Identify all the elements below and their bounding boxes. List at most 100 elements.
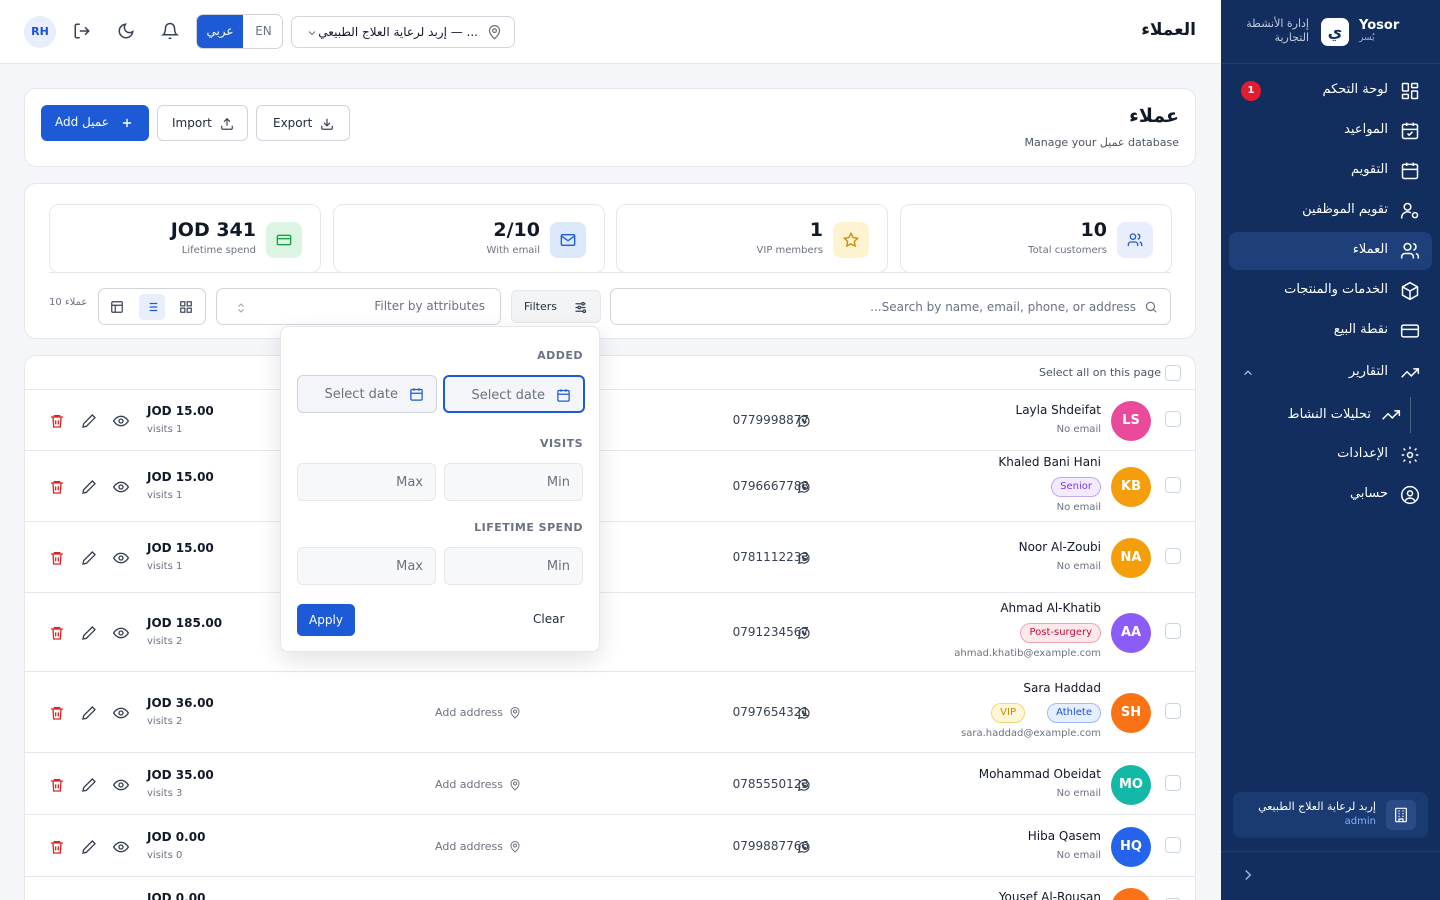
edit-icon[interactable] xyxy=(81,550,97,566)
row-checkbox[interactable] xyxy=(1165,411,1181,427)
organization-switcher[interactable]: إربد لرعاية العلاج الطبيعي admin xyxy=(1233,792,1428,838)
map-pin-icon xyxy=(510,707,520,719)
sidebar-item-services[interactable]: الخدمات والمنتجات xyxy=(1229,272,1432,310)
trash-icon[interactable] xyxy=(49,625,65,641)
sidebar-item-customers[interactable]: العملاء xyxy=(1229,232,1432,270)
avatar[interactable]: HQ xyxy=(1111,826,1151,867)
stat-value: 2/10 xyxy=(493,219,540,241)
spend-max-input[interactable]: Max xyxy=(297,547,436,585)
row-checkbox[interactable] xyxy=(1165,774,1181,791)
trash-icon[interactable] xyxy=(49,479,65,495)
spend-min-input[interactable]: Min xyxy=(444,547,583,585)
trash-icon[interactable] xyxy=(49,550,65,566)
bell-icon[interactable] xyxy=(161,22,179,40)
customer-name[interactable]: Khaled Bani Hani xyxy=(998,455,1101,469)
customer-name[interactable]: Layla Shdeifat xyxy=(1016,403,1101,417)
chevron-right-icon[interactable] xyxy=(1239,866,1257,884)
sidebar-item-reports[interactable]: التقارير xyxy=(1229,354,1432,392)
visits-count: visits 0 xyxy=(147,849,183,861)
filter-section-lifetime-spend: LIFETIME SPEND xyxy=(474,521,583,534)
avatar[interactable]: AA xyxy=(1111,613,1151,653)
add-address-link[interactable]: Add address xyxy=(435,840,503,853)
apply-button[interactable]: Apply xyxy=(297,604,355,636)
avatar[interactable]: LS xyxy=(1111,401,1151,441)
table-row: MO Mohammad Obeidat No email 0785550123 Add … xyxy=(25,754,1195,815)
customers-table: Select all on this page LS Layla Shdeifat… xyxy=(24,355,1196,900)
view-icon[interactable] xyxy=(113,705,129,721)
date-to-input[interactable]: Select date xyxy=(443,375,585,413)
whatsapp-icon xyxy=(797,779,810,791)
edit-icon[interactable] xyxy=(81,705,97,721)
row-checkbox[interactable] xyxy=(1165,477,1181,493)
row-checkbox[interactable] xyxy=(1165,548,1181,564)
lang-arabic-button[interactable]: عربي xyxy=(197,15,243,48)
select-all-checkbox[interactable] xyxy=(1165,365,1181,381)
trash-icon[interactable] xyxy=(49,413,65,429)
whatsapp-icon xyxy=(797,481,810,494)
row-checkbox[interactable] xyxy=(1165,836,1181,853)
sidebar-item-dashboard[interactable]: 1 لوحة التحكم xyxy=(1229,72,1432,110)
trash-icon[interactable] xyxy=(49,839,65,855)
trash-icon[interactable] xyxy=(49,777,65,793)
lang-english-button[interactable]: EN xyxy=(243,15,282,48)
view-icon[interactable] xyxy=(113,413,129,429)
customer-name[interactable]: Sara Haddad xyxy=(1023,681,1101,695)
filters-button[interactable]: Filters xyxy=(511,290,601,323)
avatar[interactable]: MO xyxy=(1111,764,1151,805)
visits-min-input[interactable]: Min xyxy=(444,463,583,501)
visits-max-input[interactable]: Max xyxy=(297,463,436,501)
sidebar-item-appointments[interactable]: المواعيد xyxy=(1229,112,1432,150)
edit-icon[interactable] xyxy=(81,777,97,793)
export-button[interactable]: Export xyxy=(256,105,350,141)
date-from-input[interactable]: Select date xyxy=(297,375,437,413)
sidebar-item-pos[interactable]: نقطة البيع xyxy=(1229,312,1432,350)
edit-icon[interactable] xyxy=(81,479,97,495)
avatar[interactable]: RH xyxy=(24,16,56,48)
add-customer-button[interactable]: Add عميل xyxy=(41,105,149,141)
view-icon[interactable] xyxy=(113,550,129,566)
view-icon[interactable] xyxy=(113,777,129,793)
grid-view-button[interactable] xyxy=(173,294,199,320)
row-checkbox[interactable] xyxy=(1165,623,1181,639)
customer-name[interactable]: Ahmad Al-Khatib xyxy=(1000,601,1101,615)
search-input[interactable] xyxy=(611,289,1170,324)
add-address-link[interactable]: Add address xyxy=(435,706,503,719)
view-icon[interactable] xyxy=(113,479,129,495)
lifetime-spend: JOD 35.00 xyxy=(147,767,214,782)
row-checkbox[interactable] xyxy=(1165,703,1181,719)
customer-name[interactable]: Noor Al-Zoubi xyxy=(1019,540,1101,554)
view-icon[interactable] xyxy=(113,625,129,641)
customer-email: No email xyxy=(1056,787,1101,799)
visits-count: visits 1 xyxy=(147,561,183,572)
avatar[interactable]: SH xyxy=(1111,693,1151,733)
sidebar-item-activity-analytics[interactable]: تحليلات النشاط xyxy=(1261,400,1411,430)
sidebar-item-settings[interactable]: الإعدادات xyxy=(1229,436,1432,474)
moon-icon[interactable] xyxy=(117,22,135,40)
brand-sub: يُسر xyxy=(1359,33,1375,43)
customer-name[interactable]: Mohammad Obeidat xyxy=(979,767,1101,781)
import-button[interactable]: Import xyxy=(157,105,248,141)
add-address-link[interactable]: Add address xyxy=(435,778,503,791)
sidebar-item-label: لوحة التحكم xyxy=(1322,82,1388,97)
customer-name[interactable]: Hiba Qasem xyxy=(1028,829,1101,843)
sidebar-item-account[interactable]: حسابي xyxy=(1229,476,1432,514)
trash-icon[interactable] xyxy=(49,705,65,721)
avatar[interactable]: NA xyxy=(1111,538,1151,578)
sidebar-item-calendar[interactable]: التقويم xyxy=(1229,152,1432,190)
location-select[interactable]: إربد لرعاية العلاج الطبيعي — ... xyxy=(291,16,515,48)
edit-icon[interactable] xyxy=(81,625,97,641)
attribute-filter-select[interactable]: Filter by attributes xyxy=(216,288,501,325)
sidebar-item-staff-calendar[interactable]: تقويم الموظفين xyxy=(1229,192,1432,230)
organization-role: admin xyxy=(1344,816,1376,827)
edit-icon[interactable] xyxy=(81,839,97,855)
edit-icon[interactable] xyxy=(81,413,97,429)
view-icon[interactable] xyxy=(113,839,129,855)
customer-name[interactable]: Yousef Al-Rousan xyxy=(999,890,1101,900)
avatar[interactable]: YA xyxy=(1111,888,1151,900)
avatar[interactable]: KB xyxy=(1111,467,1151,507)
table-view-button[interactable] xyxy=(104,294,130,320)
clear-button[interactable]: Clear xyxy=(533,612,564,626)
list-view-button[interactable] xyxy=(139,294,165,320)
tag-senior: Senior xyxy=(1051,477,1101,497)
logout-icon[interactable] xyxy=(73,22,91,40)
